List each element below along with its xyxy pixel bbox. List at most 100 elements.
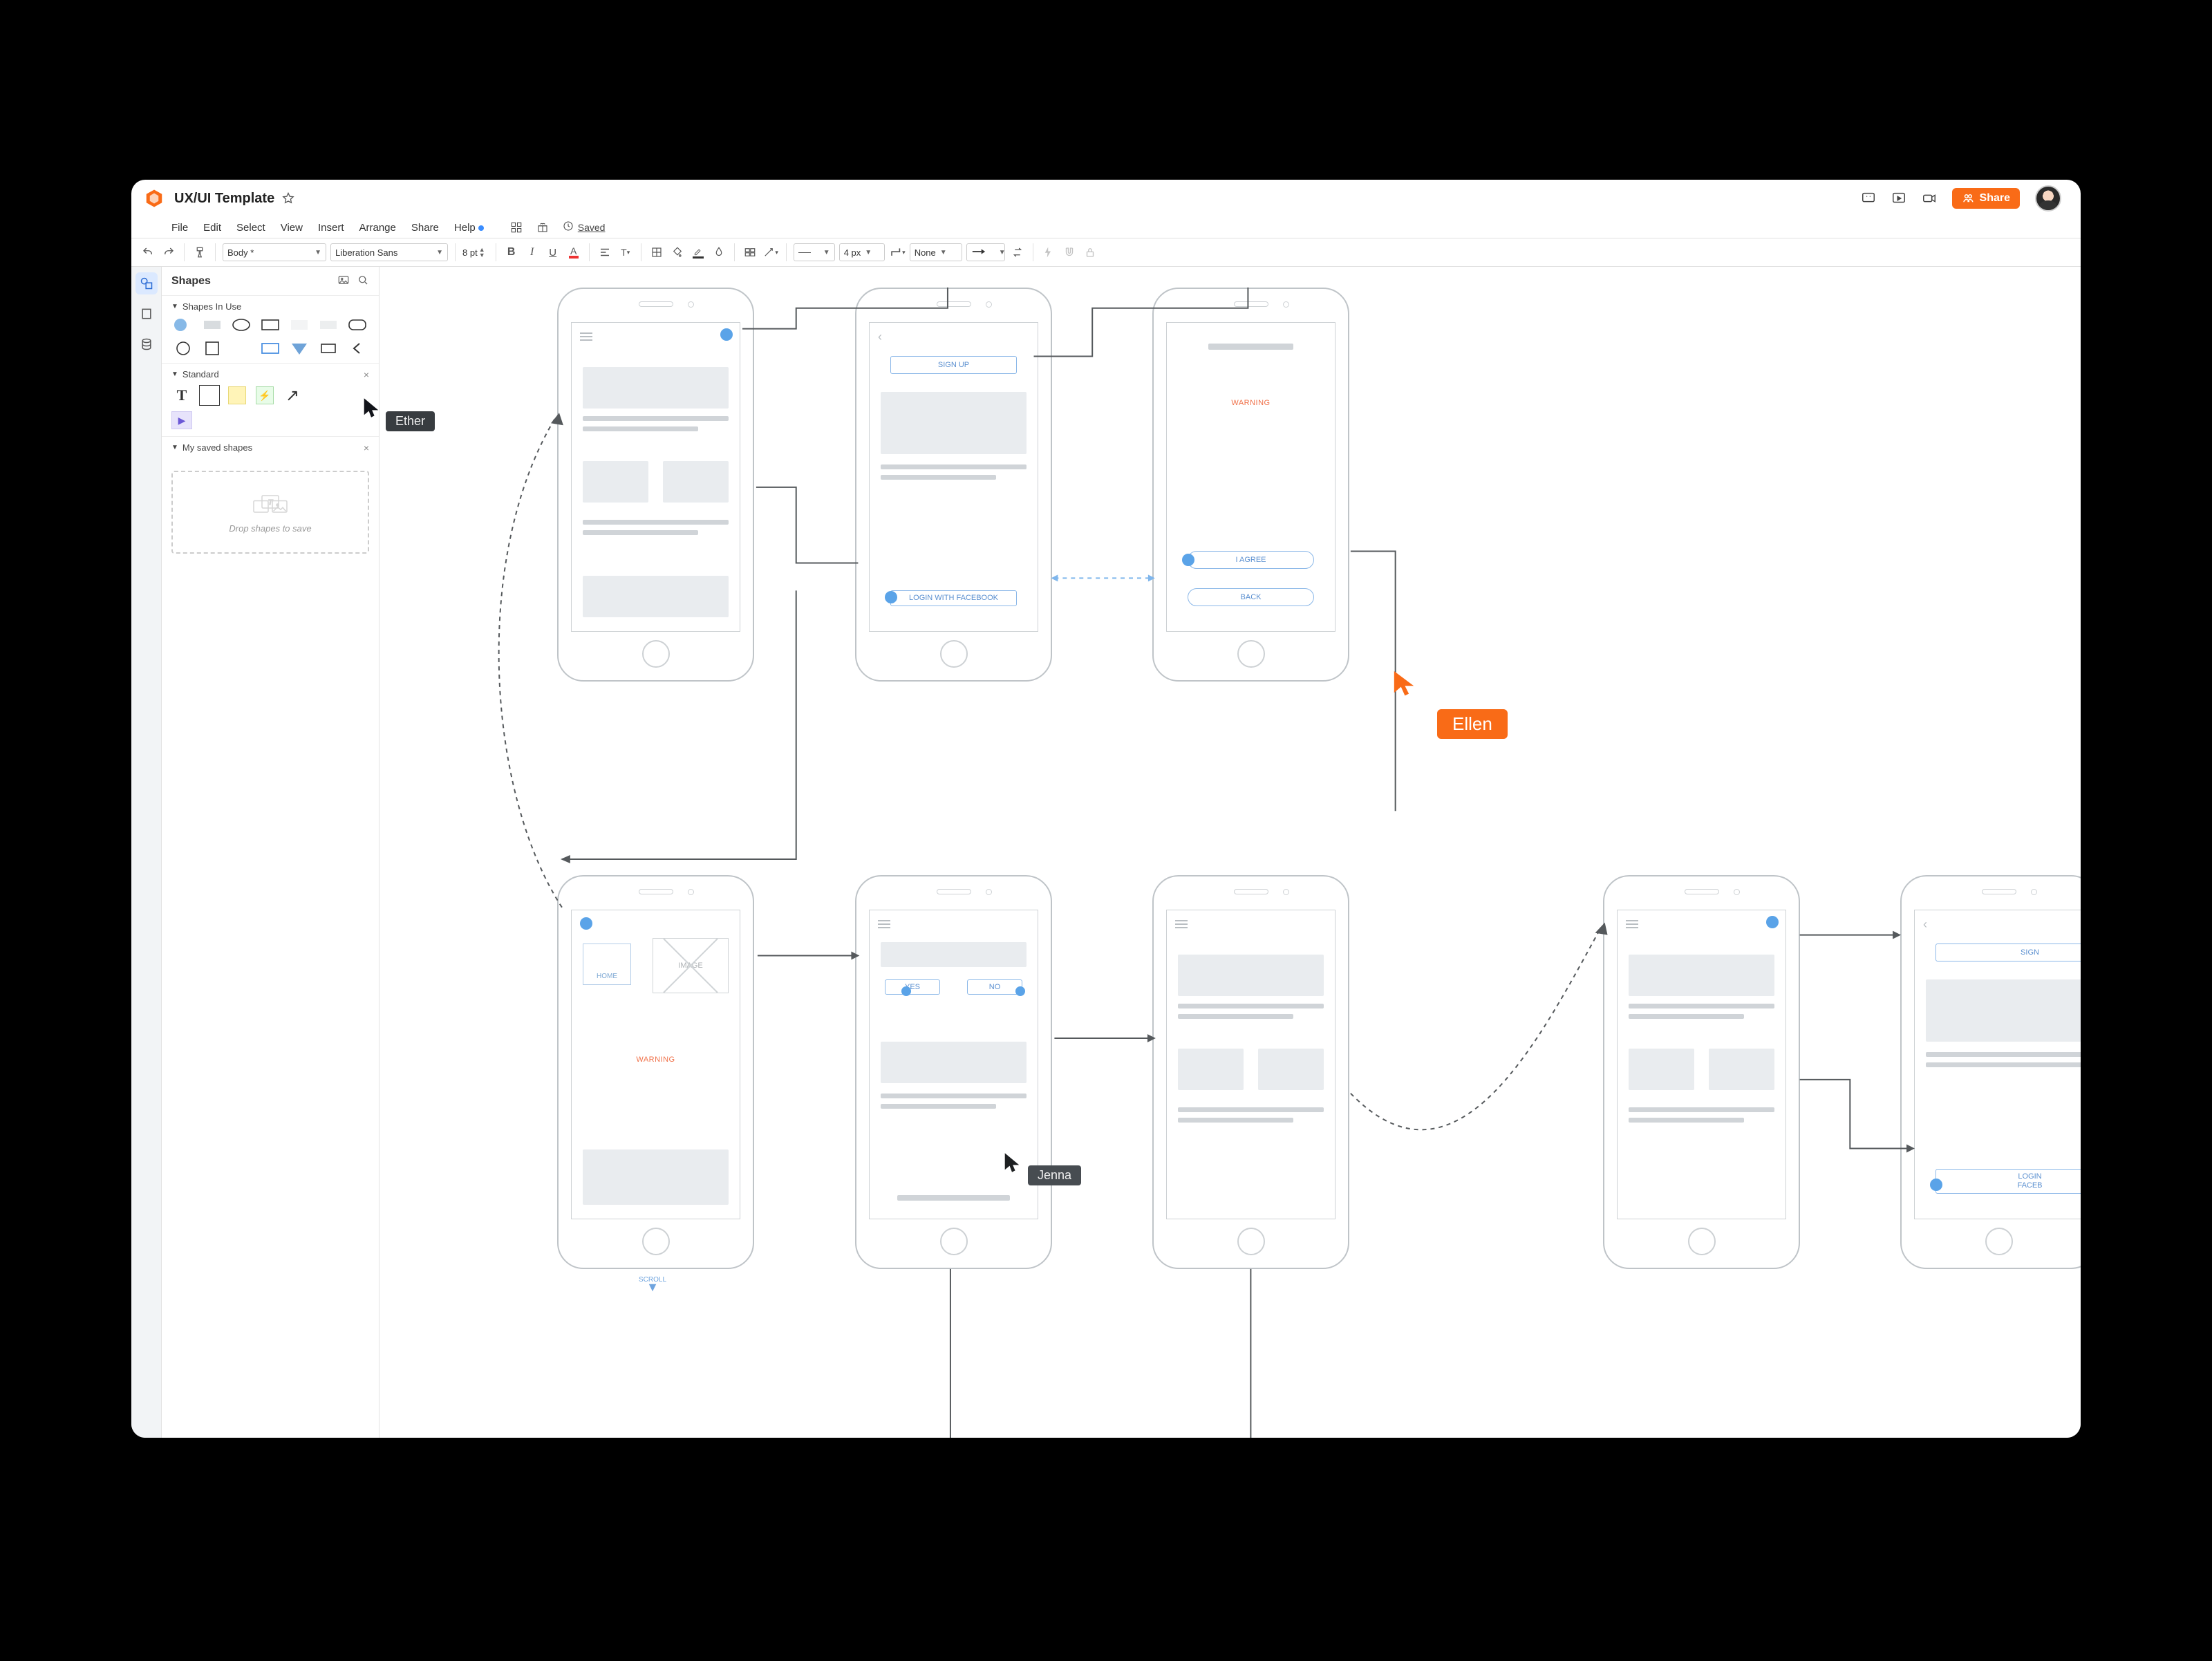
- section-standard: ▼Standard × T ⚡ ↗ ▶: [162, 363, 379, 436]
- no-button-wireframe[interactable]: NO: [967, 979, 1022, 995]
- arrow-tool-icon[interactable]: ↗: [282, 385, 303, 406]
- menu-select[interactable]: Select: [236, 222, 265, 234]
- agree-button-wireframe[interactable]: I AGREE: [1188, 551, 1314, 569]
- menu-insert[interactable]: Insert: [318, 222, 344, 234]
- menu-view[interactable]: View: [281, 222, 303, 234]
- wireframe-phone[interactable]: HOME IMAGE WARNING: [557, 875, 754, 1269]
- record-icon[interactable]: [1922, 191, 1937, 206]
- text-tool-icon[interactable]: T: [171, 385, 192, 406]
- font-family-select[interactable]: Liberation Sans▼: [330, 243, 448, 261]
- jenna-label: Jenna: [1028, 1165, 1081, 1185]
- rail-page-button[interactable]: [135, 303, 158, 325]
- text-style-select[interactable]: Body *▼: [223, 243, 326, 261]
- wireframe-phone[interactable]: YES NO: [855, 875, 1052, 1269]
- menu-share[interactable]: Share: [411, 222, 439, 234]
- wireframe-phone[interactable]: [557, 288, 754, 682]
- shape-circle-filled-icon[interactable]: [173, 317, 194, 332]
- connector-type-button[interactable]: ▾: [889, 244, 906, 261]
- present-icon[interactable]: [1891, 191, 1906, 206]
- magic-button[interactable]: ▾: [762, 244, 779, 261]
- document-title[interactable]: UX/UI Template: [174, 191, 274, 207]
- redo-icon[interactable]: [160, 244, 177, 261]
- shape-ellipse-outline-icon[interactable]: [231, 317, 252, 332]
- font-size-field[interactable]: 8 pt ▲▼: [462, 247, 489, 258]
- section-header-saved[interactable]: ▼My saved shapes: [171, 442, 369, 453]
- login-facebook-button-wireframe[interactable]: LOGIN FACEB: [1936, 1169, 2081, 1194]
- warning-label: WARNING: [1167, 399, 1335, 407]
- section-close-saved[interactable]: ×: [364, 442, 369, 453]
- comments-icon[interactable]: [1861, 191, 1876, 206]
- text-options-button[interactable]: T▾: [617, 244, 634, 261]
- bold-button[interactable]: B: [503, 244, 520, 261]
- line-width-select[interactable]: 4 px▼: [839, 243, 885, 261]
- wireframe-phone[interactable]: [1152, 875, 1349, 1269]
- menu-arrange[interactable]: Arrange: [359, 222, 396, 234]
- undo-icon[interactable]: [140, 244, 156, 261]
- shape-rounded-rect-icon[interactable]: [347, 317, 368, 332]
- signup-button-wireframe[interactable]: SIGN UP: [890, 356, 1017, 374]
- align-button[interactable]: [597, 244, 613, 261]
- menu-help[interactable]: Help: [454, 222, 484, 234]
- shape-blue-triangle-icon[interactable]: [289, 341, 310, 356]
- gift-icon[interactable]: [536, 221, 549, 234]
- play-tool-icon[interactable]: ▶: [171, 411, 192, 429]
- line-style-select[interactable]: ▼: [794, 243, 835, 261]
- canvas[interactable]: ‹ SIGN UP LOGIN WITH FACEBOOK WARNING I …: [379, 267, 2081, 1438]
- shape-chevron-left-icon[interactable]: [347, 341, 368, 356]
- shape-blank-icon[interactable]: [231, 341, 252, 356]
- shape-circle-outline-icon[interactable]: [173, 341, 194, 356]
- menu-edit[interactable]: Edit: [203, 222, 221, 234]
- shape-fill-button[interactable]: [648, 244, 665, 261]
- wireframe-phone[interactable]: ‹ SIGN LOGIN FACEB: [1900, 875, 2081, 1269]
- apps-icon[interactable]: [510, 221, 523, 234]
- shape-library-button[interactable]: [742, 244, 758, 261]
- rectangle-tool-icon[interactable]: [199, 385, 220, 406]
- shape-rect-outline-icon[interactable]: [260, 317, 281, 332]
- shape-blue-rect-icon[interactable]: [260, 341, 281, 356]
- line-end-select[interactable]: ▼: [966, 243, 1005, 261]
- rail-shapes-button[interactable]: [135, 272, 158, 294]
- login-facebook-button-wireframe[interactable]: LOGIN WITH FACEBOOK: [890, 590, 1017, 606]
- share-button[interactable]: Share: [1952, 188, 2020, 209]
- shape-square-outline-icon[interactable]: [202, 341, 223, 356]
- section-header-standard[interactable]: ▼Standard: [171, 369, 369, 379]
- favorite-star-icon[interactable]: [281, 191, 295, 205]
- saved-shapes-dropzone[interactable]: T Drop shapes to save: [171, 471, 369, 554]
- sticky-note-tool-icon[interactable]: [227, 385, 247, 406]
- action-tool-icon[interactable]: ⚡: [254, 385, 275, 406]
- section-header-in-use[interactable]: ▼Shapes In Use: [171, 301, 369, 312]
- lock-icon[interactable]: [1082, 244, 1098, 261]
- yes-button-wireframe[interactable]: YES: [885, 979, 940, 995]
- line-start-select[interactable]: None▼: [910, 243, 962, 261]
- wireframe-phone[interactable]: WARNING I AGREE BACK: [1152, 288, 1349, 682]
- shape-rect-lighter-icon[interactable]: [318, 317, 339, 332]
- user-avatar[interactable]: [2035, 185, 2061, 212]
- rail-data-button[interactable]: [135, 333, 158, 355]
- wireframe-phone[interactable]: ‹ SIGN UP LOGIN WITH FACEBOOK: [855, 288, 1052, 682]
- wireframe-phone[interactable]: [1603, 875, 1800, 1269]
- swap-ends-icon[interactable]: [1009, 244, 1026, 261]
- italic-button[interactable]: I: [524, 244, 541, 261]
- image-placeholder[interactable]: IMAGE: [653, 938, 729, 993]
- saved-indicator[interactable]: Saved: [563, 220, 606, 234]
- magnet-icon[interactable]: [1061, 244, 1078, 261]
- shape-rect-grey-icon[interactable]: [202, 317, 223, 332]
- text-color-button[interactable]: A: [565, 244, 582, 261]
- fill-color-button[interactable]: [669, 244, 686, 261]
- image-library-icon[interactable]: [337, 274, 350, 288]
- gradient-button[interactable]: [711, 244, 727, 261]
- home-tile[interactable]: HOME: [583, 944, 631, 985]
- panel-title: Shapes: [171, 275, 211, 288]
- section-close-standard[interactable]: ×: [364, 369, 369, 380]
- search-shapes-icon[interactable]: [357, 274, 369, 288]
- shape-rect-light-icon[interactable]: [289, 317, 310, 332]
- app-window: UX/UI Template Share File Edit Select Vi…: [131, 180, 2081, 1438]
- menu-file[interactable]: File: [171, 222, 188, 234]
- signup-button-wireframe[interactable]: SIGN: [1936, 944, 2081, 961]
- shape-small-rect-icon[interactable]: [318, 341, 339, 356]
- back-button-wireframe[interactable]: BACK: [1188, 588, 1314, 606]
- flash-icon[interactable]: [1040, 244, 1057, 261]
- format-painter-icon[interactable]: [191, 244, 208, 261]
- border-color-button[interactable]: [690, 244, 706, 261]
- underline-button[interactable]: U: [545, 244, 561, 261]
